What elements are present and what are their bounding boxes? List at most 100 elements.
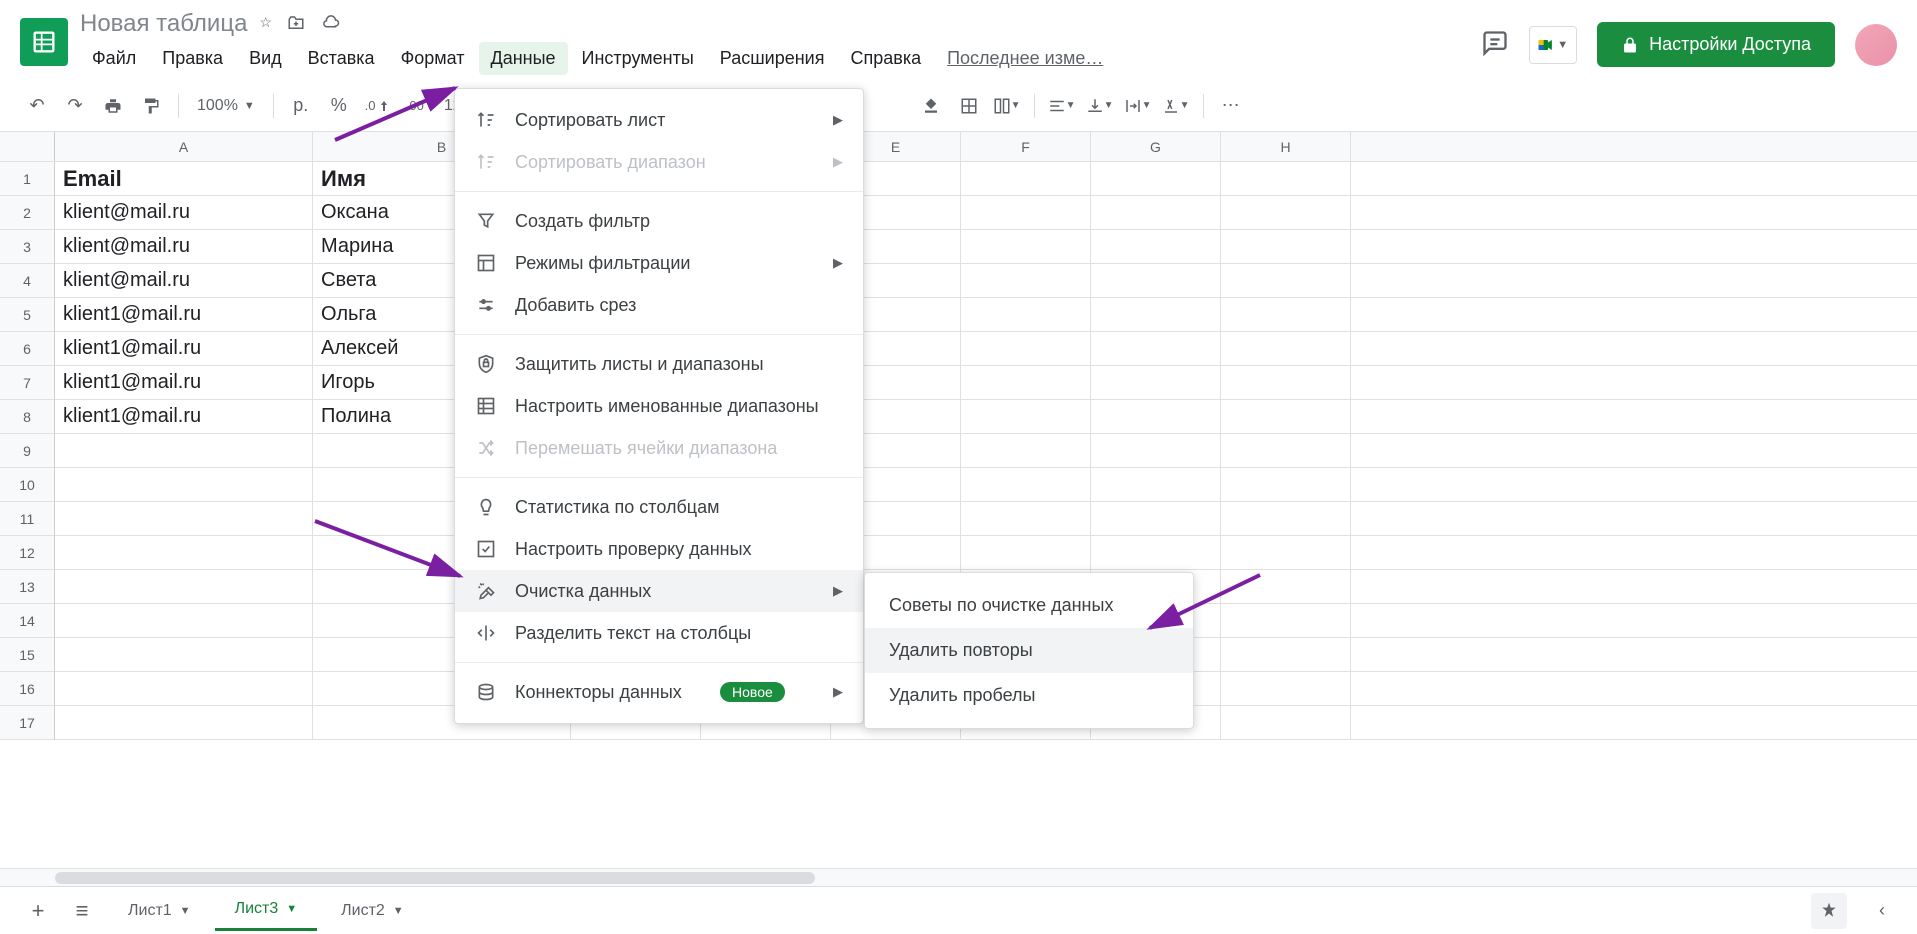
zoom-selector[interactable]: 100%▼ bbox=[189, 97, 263, 115]
currency-button[interactable]: р. bbox=[284, 89, 318, 123]
column-header[interactable]: H bbox=[1221, 132, 1351, 161]
cell[interactable] bbox=[1221, 434, 1351, 467]
last-edit-link[interactable]: Последнее изме… bbox=[947, 42, 1103, 75]
menu-файл[interactable]: Файл bbox=[80, 42, 148, 75]
menu-item-bulb[interactable]: Статистика по столбцам bbox=[455, 486, 863, 528]
row-header[interactable]: 12 bbox=[0, 536, 55, 570]
cell[interactable] bbox=[1221, 230, 1351, 263]
cell[interactable] bbox=[961, 332, 1091, 365]
menu-item-cleanup[interactable]: Очистка данных▶ bbox=[455, 570, 863, 612]
cell[interactable] bbox=[1091, 332, 1221, 365]
cell[interactable] bbox=[1221, 264, 1351, 297]
sheet-tab[interactable]: Лист3▼ bbox=[215, 890, 318, 931]
cell[interactable] bbox=[1221, 298, 1351, 331]
menu-вид[interactable]: Вид bbox=[237, 42, 294, 75]
cell[interactable] bbox=[961, 230, 1091, 263]
menu-вставка[interactable]: Вставка bbox=[296, 42, 387, 75]
cell[interactable] bbox=[961, 468, 1091, 501]
cell[interactable] bbox=[1221, 468, 1351, 501]
cell[interactable]: klient1@mail.ru bbox=[55, 298, 313, 331]
fill-color-button[interactable] bbox=[914, 89, 948, 123]
row-header[interactable]: 1 bbox=[0, 162, 55, 196]
cell[interactable] bbox=[55, 706, 313, 739]
cell[interactable] bbox=[961, 196, 1091, 229]
cell[interactable] bbox=[1091, 502, 1221, 535]
cell[interactable] bbox=[55, 638, 313, 671]
cell[interactable] bbox=[961, 162, 1091, 195]
column-header[interactable]: A bbox=[55, 132, 313, 161]
cell[interactable] bbox=[1091, 434, 1221, 467]
sheet-tab[interactable]: Лист2▼ bbox=[321, 890, 424, 931]
cell[interactable] bbox=[1221, 162, 1351, 195]
menu-item-shield[interactable]: Защитить листы и диапазоны bbox=[455, 343, 863, 385]
cell[interactable] bbox=[55, 536, 313, 569]
cell[interactable] bbox=[1221, 400, 1351, 433]
row-header[interactable]: 8 bbox=[0, 400, 55, 434]
menu-item-connectors[interactable]: Коннекторы данныхНовое▶ bbox=[455, 671, 863, 713]
redo-button[interactable]: ↷ bbox=[58, 89, 92, 123]
sheets-logo[interactable] bbox=[20, 18, 68, 66]
cell[interactable] bbox=[1221, 196, 1351, 229]
row-header[interactable]: 10 bbox=[0, 468, 55, 502]
row-header[interactable]: 16 bbox=[0, 672, 55, 706]
increase-decimal-button[interactable]: .00 bbox=[398, 89, 432, 123]
submenu-item[interactable]: Удалить пробелы bbox=[865, 673, 1193, 718]
menu-расширения[interactable]: Расширения bbox=[708, 42, 837, 75]
menu-item-validation[interactable]: Настроить проверку данных bbox=[455, 528, 863, 570]
sheet-tab[interactable]: Лист1▼ bbox=[108, 890, 211, 931]
menu-item-named-range[interactable]: Настроить именованные диапазоны bbox=[455, 385, 863, 427]
more-button[interactable]: ⋯ bbox=[1214, 89, 1248, 123]
menu-item-filter-views[interactable]: Режимы фильтрации▶ bbox=[455, 242, 863, 284]
row-header[interactable]: 7 bbox=[0, 366, 55, 400]
cell[interactable] bbox=[1221, 366, 1351, 399]
cell[interactable]: klient1@mail.ru bbox=[55, 332, 313, 365]
cell[interactable] bbox=[1091, 366, 1221, 399]
cell[interactable] bbox=[55, 570, 313, 603]
cell[interactable]: klient1@mail.ru bbox=[55, 366, 313, 399]
menu-item-filter[interactable]: Создать фильтр bbox=[455, 200, 863, 242]
meet-button[interactable]: ▼ bbox=[1529, 26, 1577, 64]
cell[interactable] bbox=[961, 298, 1091, 331]
row-header[interactable]: 2 bbox=[0, 196, 55, 230]
text-rotation-button[interactable]: ▼ bbox=[1159, 89, 1193, 123]
star-icon[interactable]: ☆ bbox=[259, 14, 272, 35]
add-sheet-button[interactable]: + bbox=[20, 893, 56, 929]
row-header[interactable]: 13 bbox=[0, 570, 55, 604]
cloud-status-icon[interactable] bbox=[320, 14, 342, 35]
menu-item-split[interactable]: Разделить текст на столбцы bbox=[455, 612, 863, 654]
cell[interactable] bbox=[961, 434, 1091, 467]
cell[interactable] bbox=[1221, 706, 1351, 739]
cell[interactable]: klient@mail.ru bbox=[55, 264, 313, 297]
cell[interactable]: klient@mail.ru bbox=[55, 230, 313, 263]
menu-item-sort-sheet[interactable]: Сортировать лист▶ bbox=[455, 99, 863, 141]
cell[interactable] bbox=[55, 502, 313, 535]
menu-данные[interactable]: Данные bbox=[479, 42, 568, 75]
row-header[interactable]: 11 bbox=[0, 502, 55, 536]
share-button[interactable]: Настройки Доступа bbox=[1597, 22, 1835, 67]
comments-icon[interactable] bbox=[1481, 29, 1509, 60]
row-header[interactable]: 4 bbox=[0, 264, 55, 298]
cell[interactable] bbox=[961, 264, 1091, 297]
explore-button[interactable] bbox=[1811, 893, 1847, 929]
horizontal-align-button[interactable]: ▼ bbox=[1045, 89, 1079, 123]
vertical-align-button[interactable]: ▼ bbox=[1083, 89, 1117, 123]
cell[interactable] bbox=[961, 502, 1091, 535]
cell[interactable] bbox=[1221, 502, 1351, 535]
cell[interactable] bbox=[1221, 672, 1351, 705]
cell[interactable] bbox=[55, 468, 313, 501]
column-header[interactable]: G bbox=[1091, 132, 1221, 161]
print-button[interactable] bbox=[96, 89, 130, 123]
row-header[interactable]: 15 bbox=[0, 638, 55, 672]
document-title[interactable]: Новая таблица bbox=[80, 10, 247, 38]
merge-cells-button[interactable]: ▼ bbox=[990, 89, 1024, 123]
cell[interactable] bbox=[55, 434, 313, 467]
menu-инструменты[interactable]: Инструменты bbox=[570, 42, 706, 75]
cell[interactable] bbox=[1221, 332, 1351, 365]
undo-button[interactable]: ↶ bbox=[20, 89, 54, 123]
borders-button[interactable] bbox=[952, 89, 986, 123]
cell[interactable] bbox=[961, 400, 1091, 433]
menu-item-slicer[interactable]: Добавить срез bbox=[455, 284, 863, 326]
menu-формат[interactable]: Формат bbox=[389, 42, 477, 75]
cell[interactable] bbox=[961, 366, 1091, 399]
cell[interactable]: Email bbox=[55, 162, 313, 195]
